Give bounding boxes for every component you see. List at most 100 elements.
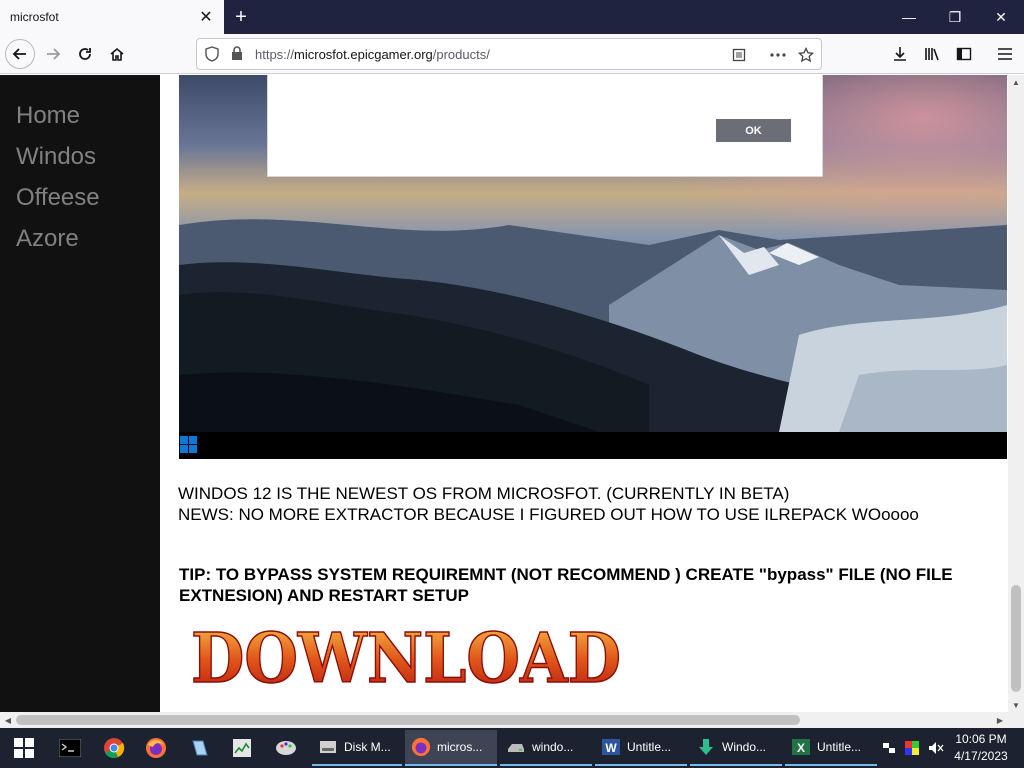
drive-icon xyxy=(508,744,524,752)
vertical-scrollbar[interactable]: ▲ ▼ xyxy=(1008,75,1024,712)
taskbar-task-firefox[interactable]: micros... xyxy=(405,730,497,766)
minimize-button[interactable]: — xyxy=(886,0,932,34)
windows-start-icon xyxy=(14,738,34,758)
sidebar-item-offeese[interactable]: Offeese xyxy=(0,181,160,222)
terminal-icon xyxy=(59,739,81,757)
color-picker-icon[interactable] xyxy=(903,728,921,768)
clock-time: 10:06 PM xyxy=(955,732,1007,746)
alert-dialog: OK xyxy=(267,75,823,177)
forward-button[interactable] xyxy=(38,39,68,69)
taskbar-task-disk-management[interactable]: Disk M... xyxy=(312,730,402,766)
task-label: micros... xyxy=(437,740,483,754)
scroll-up-arrow-icon[interactable]: ▲ xyxy=(1008,75,1024,89)
reload-button[interactable] xyxy=(70,39,100,69)
taskbar-task-drive[interactable]: windo... xyxy=(500,730,592,766)
url-domain: microsfot.epicgamer.org xyxy=(294,47,433,62)
bookmark-star-icon[interactable] xyxy=(795,45,817,65)
horizontal-scrollbar[interactable]: ◀ ▶ xyxy=(0,712,1008,728)
task-label: Windo... xyxy=(722,740,767,754)
taskbar-task-manager[interactable] xyxy=(222,732,262,764)
sidebar-icon xyxy=(956,47,972,61)
product-description: WINDOS 12 IS THE NEWEST OS FROM MICROSFO… xyxy=(178,483,1008,525)
task-label: windo... xyxy=(532,740,574,754)
taskbar-task-excel[interactable]: X Untitle... xyxy=(785,730,877,766)
firefox-icon xyxy=(146,738,166,758)
taskbar-notepad[interactable] xyxy=(180,732,220,764)
download-arrow-icon xyxy=(894,47,906,61)
url-text: https://microsfot.epicgamer.org/products… xyxy=(255,47,490,62)
start-button[interactable] xyxy=(0,728,48,768)
back-arrow-icon xyxy=(12,48,26,60)
system-clock[interactable]: 10:06 PM 4/17/2023 xyxy=(948,731,1014,765)
home-button[interactable] xyxy=(102,39,132,69)
scrollbar-corner xyxy=(1008,712,1024,728)
menu-button[interactable] xyxy=(990,39,1020,69)
vertical-scroll-thumb[interactable] xyxy=(1011,585,1021,692)
screen: microsfot ✕ + — ❐ ✕ https:// microsfot.ep… xyxy=(0,0,1024,768)
taskbar-task-installer[interactable]: Windo... xyxy=(690,730,782,766)
firefox-icon xyxy=(411,737,431,757)
word-icon: W xyxy=(602,739,620,755)
restore-button[interactable]: ❐ xyxy=(932,0,978,34)
lock-icon[interactable] xyxy=(231,46,247,62)
new-tab-button[interactable]: + xyxy=(228,4,254,30)
task-label: Untitle... xyxy=(817,740,862,754)
download-label: DOWNLOAD xyxy=(191,619,621,692)
disk-management-icon xyxy=(320,741,336,753)
scroll-left-arrow-icon[interactable]: ◀ xyxy=(0,712,16,728)
close-window-button[interactable]: ✕ xyxy=(978,0,1024,34)
browser-titlebar: microsfot ✕ + — ❐ ✕ xyxy=(0,0,1024,34)
sidebar-item-home[interactable]: Home xyxy=(0,99,160,140)
tab-close-icon[interactable]: ✕ xyxy=(194,5,218,29)
product-headline: WINDOS 12 IS THE NEWEST OS FROM MICROSFO… xyxy=(178,484,790,503)
hero-taskbar-strip xyxy=(179,432,1007,459)
scroll-down-arrow-icon[interactable]: ▼ xyxy=(1008,698,1024,712)
taskbar-chrome[interactable] xyxy=(94,732,134,764)
library-icon xyxy=(925,48,939,61)
url-bar[interactable]: https://microsfot.epicgamer.org/products… xyxy=(196,38,822,70)
horizontal-scroll-thumb[interactable] xyxy=(16,715,800,725)
task-manager-icon xyxy=(233,739,251,757)
download-button[interactable]: DOWNLOAD xyxy=(188,618,624,692)
taskbar-paint[interactable] xyxy=(266,732,306,764)
taskbar-terminal[interactable] xyxy=(50,732,90,764)
clock-date: 4/17/2023 xyxy=(954,749,1008,763)
reload-icon xyxy=(79,48,91,60)
sidebar-item-azore[interactable]: Azore xyxy=(0,222,160,263)
dialog-ok-button[interactable]: OK xyxy=(716,119,791,142)
scroll-right-arrow-icon[interactable]: ▶ xyxy=(992,712,1008,728)
reader-view-icon[interactable] xyxy=(728,45,750,65)
task-label: Disk M... xyxy=(344,740,391,754)
page-actions-icon[interactable] xyxy=(767,45,789,65)
chrome-icon xyxy=(104,738,125,758)
url-path: /products/ xyxy=(432,47,490,62)
tab-title: microsfot xyxy=(10,10,59,24)
web-page: Home Windos Offeese Azore OK WINDOS 12 I… xyxy=(0,75,1024,712)
installer-icon xyxy=(699,739,713,755)
taskbar-firefox[interactable] xyxy=(136,732,176,764)
task-label: Untitle... xyxy=(627,740,672,754)
tracking-shield-icon[interactable] xyxy=(205,46,221,62)
taskbar-task-word[interactable]: W Untitle... xyxy=(595,730,687,766)
browser-tab[interactable]: microsfot ✕ xyxy=(0,0,224,34)
svg-text:W: W xyxy=(605,741,617,755)
forward-arrow-icon xyxy=(47,48,61,60)
volume-muted-icon[interactable] xyxy=(926,728,946,768)
svg-text:X: X xyxy=(797,741,805,755)
hamburger-menu-icon xyxy=(998,48,1012,60)
downloads-button[interactable] xyxy=(885,39,915,69)
excel-icon: X xyxy=(792,739,810,755)
notepad-icon xyxy=(192,740,208,756)
news-line: NEWS: NO MORE EXTRACTOR BECAUSE I FIGURE… xyxy=(178,505,919,524)
windows-logo-icon xyxy=(180,436,198,454)
sidebar-toggle-button[interactable] xyxy=(949,39,979,69)
back-button[interactable] xyxy=(5,39,35,69)
tip-text: TIP: TO BYPASS SYSTEM REQUIREMNT (NOT RE… xyxy=(179,565,953,605)
browser-navbar: https://microsfot.epicgamer.org/products… xyxy=(0,34,1024,74)
library-button[interactable] xyxy=(917,39,947,69)
network-icon[interactable] xyxy=(880,728,898,768)
sidebar-item-windos[interactable]: Windos xyxy=(0,140,160,181)
paint-palette-icon xyxy=(276,741,296,755)
site-sidebar: Home Windos Offeese Azore xyxy=(0,75,160,712)
url-scheme: https:// xyxy=(255,47,295,62)
